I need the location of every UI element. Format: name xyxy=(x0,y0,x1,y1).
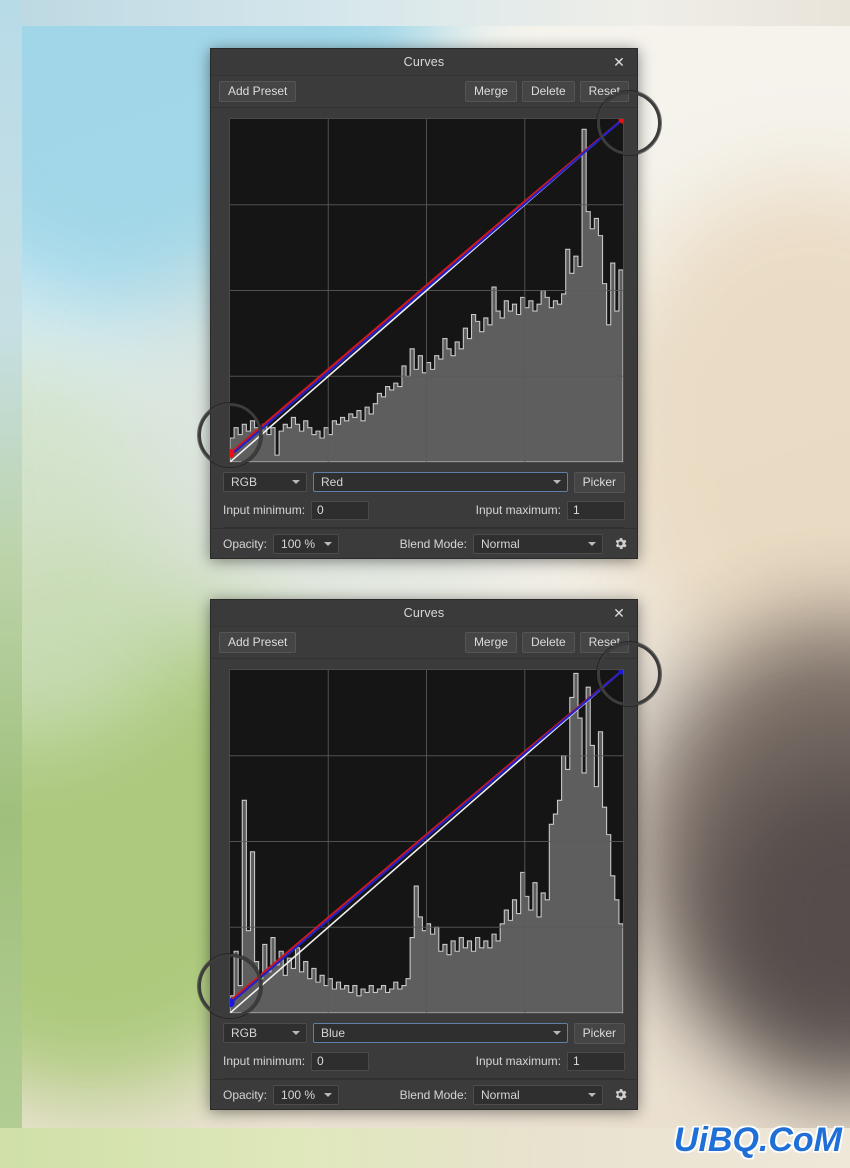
opacity-value: 100 % xyxy=(281,536,316,551)
channel-row: RGB Blue Picker xyxy=(223,1020,625,1046)
footer-bar: Opacity: 100 % Blend Mode: Normal xyxy=(211,1079,637,1109)
window-title: Curves xyxy=(403,606,445,620)
title-bar[interactable]: Curves ✕ xyxy=(211,600,637,627)
chevron-down-icon xyxy=(552,1031,561,1035)
background-left-strip xyxy=(0,0,22,1168)
gear-icon[interactable] xyxy=(611,1086,629,1104)
input-maximum-field[interactable] xyxy=(567,1051,625,1071)
blend-mode-label: Blend Mode: xyxy=(399,536,467,551)
input-maximum-label: Input maximum: xyxy=(475,1054,561,1068)
channel-row: RGB Red Picker xyxy=(223,469,625,495)
chevron-down-icon xyxy=(588,541,596,546)
opacity-label: Opacity: xyxy=(223,536,268,551)
blend-mode-value: Normal xyxy=(481,536,520,551)
input-maximum-label: Input maximum: xyxy=(475,503,561,517)
curves-dialog-red[interactable]: Curves ✕ Add Preset Merge Delete Reset R… xyxy=(198,48,661,559)
channel-select[interactable]: Blue xyxy=(313,1023,568,1043)
opacity-label: Opacity: xyxy=(223,1087,268,1102)
chevron-down-icon xyxy=(588,1092,596,1097)
blend-mode-select[interactable]: Normal xyxy=(473,533,603,554)
chevron-down-icon xyxy=(324,541,333,546)
close-icon[interactable]: ✕ xyxy=(610,53,628,71)
gear-icon[interactable] xyxy=(611,535,629,553)
picker-button[interactable]: Picker xyxy=(573,471,625,493)
colorspace-value: RGB xyxy=(231,475,258,489)
add-preset-button[interactable]: Add Preset xyxy=(219,632,297,653)
channel-value: Blue xyxy=(321,1026,346,1040)
chevron-down-icon xyxy=(552,480,561,484)
background-bottom-strip xyxy=(0,1128,850,1168)
opacity-select[interactable]: 100 % xyxy=(273,1084,340,1105)
window-title: Curves xyxy=(403,55,445,69)
chevron-down-icon xyxy=(292,480,300,484)
channel-select[interactable]: Red xyxy=(313,472,568,492)
curve-graph-container xyxy=(198,91,661,469)
footer-bar: Opacity: 100 % Blend Mode: Normal xyxy=(211,528,637,558)
input-minimum-label: Input minimum: xyxy=(223,503,306,517)
blend-mode-select[interactable]: Normal xyxy=(473,1084,603,1105)
toolbar: Add Preset Merge Delete Reset xyxy=(211,627,637,659)
chevron-down-icon xyxy=(292,1031,300,1035)
channel-value: Red xyxy=(321,475,344,489)
title-bar[interactable]: Curves ✕ xyxy=(211,49,637,76)
input-minimum-label: Input minimum: xyxy=(223,1054,306,1068)
background-top-strip xyxy=(0,0,850,26)
blend-mode-label: Blend Mode: xyxy=(399,1087,467,1102)
opacity-value: 100 % xyxy=(281,1087,316,1102)
control-rows: RGB Blue Picker Input minimum: Input max… xyxy=(211,1020,637,1079)
reset-button[interactable]: Reset xyxy=(579,632,629,653)
input-minimum-field[interactable] xyxy=(311,1051,370,1071)
blend-mode-value: Normal xyxy=(481,1087,520,1102)
curve-graph[interactable] xyxy=(229,669,624,1014)
add-preset-button[interactable]: Add Preset xyxy=(219,81,297,102)
colorspace-value: RGB xyxy=(231,1026,258,1040)
control-rows: RGB Red Picker Input minimum: Input maxi… xyxy=(211,469,637,528)
curves-dialog-blue[interactable]: Curves ✕ Add Preset Merge Delete Reset R… xyxy=(198,599,661,1110)
merge-button[interactable]: Merge xyxy=(464,81,517,102)
close-icon[interactable]: ✕ xyxy=(610,604,628,622)
chevron-down-icon xyxy=(324,1092,333,1097)
input-range-row: Input minimum: Input maximum: xyxy=(223,497,625,523)
picker-button[interactable]: Picker xyxy=(573,1022,625,1044)
colorspace-select[interactable]: RGB xyxy=(223,472,307,492)
input-maximum-field[interactable] xyxy=(567,500,625,520)
toolbar: Add Preset Merge Delete Reset xyxy=(211,76,637,108)
input-range-row: Input minimum: Input maximum: xyxy=(223,1048,625,1074)
reset-button[interactable]: Reset xyxy=(579,81,629,102)
delete-button[interactable]: Delete xyxy=(521,81,575,102)
curve-graph-container xyxy=(198,642,661,1020)
merge-button[interactable]: Merge xyxy=(464,632,517,653)
curve-graph[interactable] xyxy=(229,118,624,463)
colorspace-select[interactable]: RGB xyxy=(223,1023,307,1043)
input-minimum-field[interactable] xyxy=(311,500,370,520)
delete-button[interactable]: Delete xyxy=(521,632,575,653)
opacity-select[interactable]: 100 % xyxy=(273,533,340,554)
